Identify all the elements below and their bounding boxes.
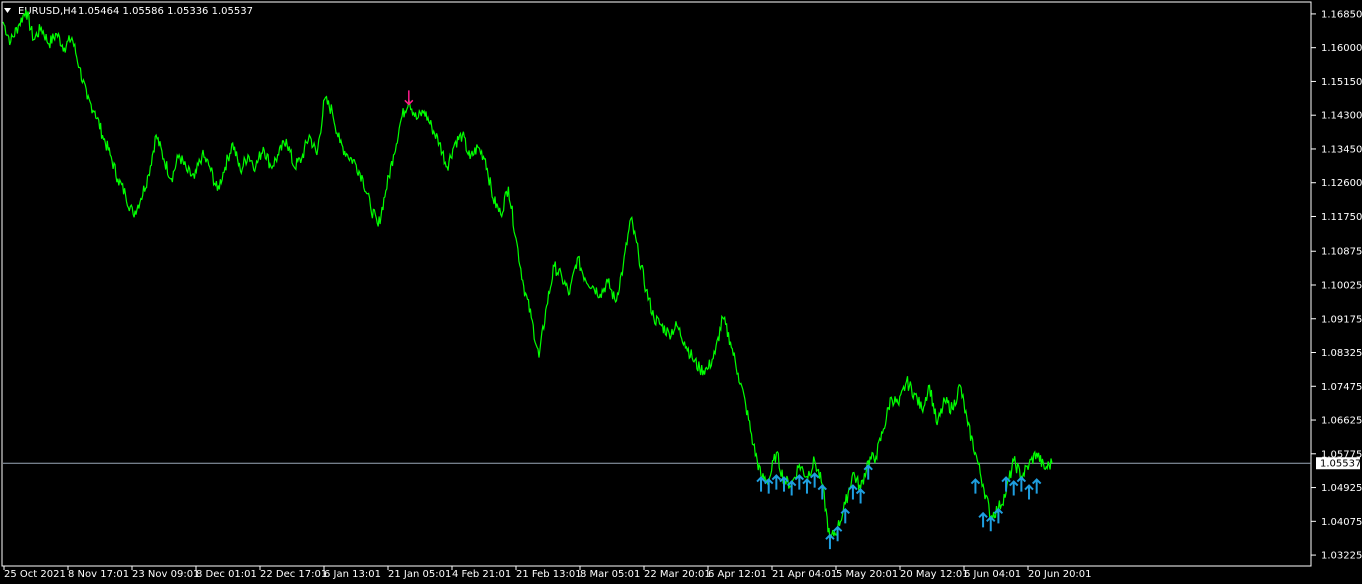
x-tick-label: 21 Feb 13:01 [516,569,582,580]
current-price-label: 1.05537 [1316,457,1361,470]
x-axis: 25 Oct 2021 8 Nov 17:01 23 Nov 09:018 Dec … [3,566,1092,580]
chart-background [0,0,1362,584]
price-chart: EURUSD,H4 1.05464 1.05586 1.05336 1.0553… [0,0,1362,584]
y-tick-label: 1.10025 [1321,280,1362,291]
y-tick-label: 1.15150 [1321,77,1362,88]
y-tick-label: 1.06625 [1321,416,1362,427]
x-tick-label: 21 Apr 04:01 [772,569,837,580]
x-tick-label: 22 Dec 17:01 [260,569,327,580]
x-tick-label: 22 Mar 20:01 [644,569,711,580]
y-tick-label: 1.04925 [1321,483,1362,494]
x-tick-label: 5 May 20:01 [836,569,898,580]
y-tick-label: 1.08325 [1321,348,1362,359]
y-tick-label: 1.11750 [1321,212,1362,223]
y-tick-label: 1.09175 [1321,314,1362,325]
y-tick-label: 1.03225 [1321,551,1362,562]
y-tick-label: 1.14300 [1321,111,1362,122]
x-tick-label: 6 Jan 13:01 [324,569,381,580]
y-tick-label: 1.12600 [1321,178,1362,189]
y-tick-label: 1.16000 [1321,43,1362,54]
y-tick-label: 1.13450 [1321,144,1362,155]
y-tick-label: 1.07475 [1321,382,1362,393]
x-tick-label: 6 Apr 12:01 [708,569,767,580]
x-tick-label: 8 Nov 17:01 [68,569,129,580]
x-tick-label: 8 Mar 05:01 [580,569,640,580]
y-tick-label: 1.04075 [1321,517,1362,528]
x-tick-label: 25 Oct 2021 [4,569,66,580]
y-tick-label: 1.10875 [1321,247,1362,258]
chart-ohlc: 1.05464 1.05586 1.05336 1.05537 [78,6,253,17]
x-tick-label: 20 Jun 20:01 [1028,569,1092,580]
x-tick-label: 6 Jun 04:01 [964,569,1021,580]
y-tick-label: 1.16850 [1321,9,1362,20]
current-price-label-text: 1.05537 [1320,459,1361,470]
x-tick-label: 23 Nov 09:01 [132,569,199,580]
x-tick-label: 20 May 12:01 [900,569,969,580]
x-tick-label: 8 Dec 01:01 [196,569,257,580]
x-tick-label: 4 Feb 21:01 [452,569,511,580]
x-tick-label: 21 Jan 05:01 [388,569,451,580]
